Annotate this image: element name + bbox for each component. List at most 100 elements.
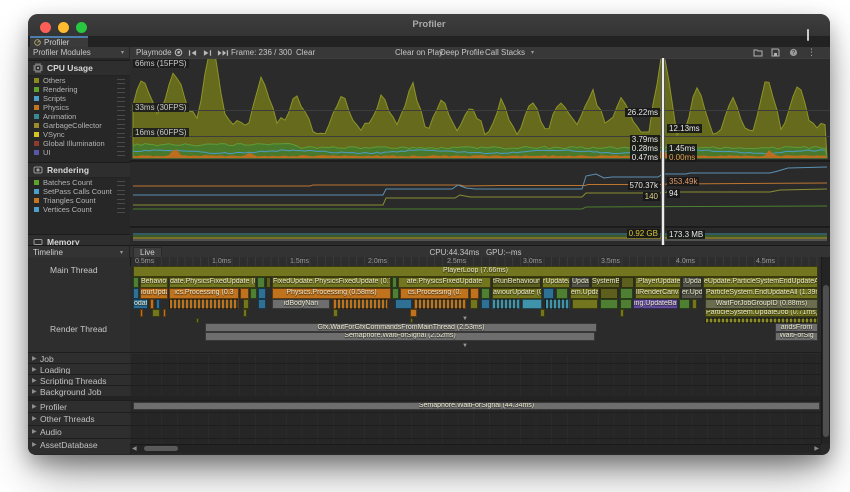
timeline-sample-bar[interactable]: ing.UpdateBatch xyxy=(633,299,678,309)
timeline-sample-bar[interactable]: er.Upd xyxy=(681,288,703,299)
timeline-sample-bar[interactable] xyxy=(163,309,166,317)
collapse-group-icon[interactable]: ▼ xyxy=(462,316,468,322)
vertical-scrollbar[interactable] xyxy=(821,257,830,444)
disclosure-arrow-icon[interactable]: ▶ xyxy=(32,355,37,362)
horizontal-scrollbar[interactable]: ◀ ▶ xyxy=(130,444,821,453)
timeline-sample-bar[interactable] xyxy=(620,288,633,299)
timeline-sample-bar[interactable]: WaitForJobGroupID (0.88ms) xyxy=(705,299,818,309)
disclosure-arrow-icon[interactable]: ▶ xyxy=(32,388,37,395)
timeline-sample-bar[interactable] xyxy=(492,299,520,309)
timeline-sample-bar[interactable]: PlayerLoop (7.66ms) xyxy=(133,266,818,277)
counter-others[interactable]: Others xyxy=(28,76,130,85)
timeline-sample-bar[interactable] xyxy=(333,309,338,317)
timeline-sample-bar[interactable] xyxy=(556,288,568,299)
timeline-sample-bar[interactable]: ParticleSystem.UpdateJob (0.71ms) xyxy=(705,309,818,317)
scroll-right-icon[interactable]: ▶ xyxy=(814,445,819,453)
timeline-sample-bar[interactable] xyxy=(133,288,139,299)
timeline-sample-bar[interactable]: date.PhysicsFixedUpdate (0 xyxy=(169,277,256,288)
next-frame-button[interactable] xyxy=(203,47,212,58)
thread-group-other-threads[interactable]: ▶Other Threads xyxy=(28,412,821,425)
timeline-sample-bar[interactable] xyxy=(543,288,554,299)
disclosure-arrow-icon[interactable]: ▶ xyxy=(32,428,37,435)
timeline-sample-bar[interactable] xyxy=(481,288,490,299)
timeline-sample-bar[interactable] xyxy=(258,288,266,299)
timeline-sample-bar[interactable] xyxy=(240,288,249,299)
counter-physics[interactable]: Physics xyxy=(28,103,130,112)
memChart-lines[interactable] xyxy=(130,228,830,243)
timeline-sample-bar[interactable] xyxy=(679,299,690,309)
counter-ui[interactable]: UI xyxy=(28,148,130,157)
profiler-modules-dropdown[interactable]: Profiler Modules ▾ xyxy=(28,47,130,58)
timeline-sample-bar[interactable] xyxy=(692,299,697,309)
cpu-area-chart[interactable] xyxy=(130,58,830,160)
collapse-group-icon[interactable]: ▼ xyxy=(462,343,468,349)
timeline-sample-bar[interactable]: FixedUpdate.PhysicsFixedUpdate (0.75ms) xyxy=(272,277,391,288)
thread-group-job[interactable]: ▶Job xyxy=(28,352,821,363)
timeline-sample-bar[interactable]: ate.PhysicsFixedUpdate xyxy=(398,277,491,288)
timeline-sample-bar[interactable] xyxy=(600,288,618,299)
timeline-sample-bar[interactable]: eUpdate.ParticleSystemEndUpdateAll (1 xyxy=(703,277,818,288)
prev-frame-button[interactable] xyxy=(188,47,197,58)
timeline-sample-bar[interactable] xyxy=(545,299,570,309)
timeline-sample-bar[interactable] xyxy=(392,277,397,288)
counter-triangles-count[interactable]: Triangles Count xyxy=(28,196,130,205)
thread-group-scripting-threads[interactable]: ▶Scripting Threads xyxy=(28,374,821,385)
context-menu-button[interactable]: ⋮ xyxy=(807,47,816,58)
disclosure-arrow-icon[interactable]: ▶ xyxy=(32,366,37,373)
timeline-sample-bar[interactable] xyxy=(470,288,479,299)
current-frame-button[interactable] xyxy=(217,47,229,58)
call-stacks-dropdown[interactable]: Call Stacks ▾ xyxy=(481,47,538,58)
counter-scripts[interactable]: Scripts xyxy=(28,94,130,103)
timeline-sample-bar[interactable] xyxy=(152,309,160,317)
counter-vsync[interactable]: VSync xyxy=(28,130,130,139)
timeline-sample-bar[interactable] xyxy=(470,299,478,309)
timeline-sample-bar[interactable] xyxy=(572,299,598,309)
timeline-sample-bar[interactable]: em.Upda xyxy=(570,288,599,299)
charts-area[interactable]: 66ms (15FPS)33ms (30FPS)16ms (60FPS) 26.… xyxy=(130,58,830,245)
record-button[interactable] xyxy=(174,47,183,58)
timeline-sample-bar[interactable]: WaitForSig xyxy=(775,332,818,341)
timeline-sample-bar[interactable] xyxy=(620,309,624,317)
counter-global-illumination[interactable]: Global Illumination xyxy=(28,139,130,148)
timeline-sample-bar[interactable] xyxy=(133,277,139,288)
timeline-sample-bar[interactable] xyxy=(392,288,399,299)
timeline-sample-bar[interactable] xyxy=(140,309,143,317)
timeline-sample-bar[interactable] xyxy=(169,299,239,309)
timeline-sample-bar[interactable]: llRenderCanvas xyxy=(635,288,680,299)
thread-group-background-job[interactable]: ▶Background Job xyxy=(28,385,821,396)
memory-chart[interactable] xyxy=(130,228,830,243)
timeline-sample-bar[interactable]: Gfx.WaitForGfxCommandsFromMainThread (2.… xyxy=(205,323,597,332)
timeline-sample-bar[interactable] xyxy=(243,299,249,309)
rendering-chart[interactable] xyxy=(130,162,830,226)
timeline-sample-bar[interactable]: tRunBehaviourUpd xyxy=(492,277,541,288)
counter-setpass-calls-count[interactable]: SetPass Calls Count xyxy=(28,187,130,196)
timeline-sample-bar[interactable]: andsFrom xyxy=(775,323,818,332)
timeline-sample-bar[interactable]: odat xyxy=(133,299,148,309)
disclosure-arrow-icon[interactable]: ▶ xyxy=(32,403,37,410)
tab-profiler[interactable]: Profiler xyxy=(30,36,88,47)
timeline-sample-bar[interactable]: .Updat xyxy=(682,277,702,288)
timeline-sample-bar[interactable] xyxy=(414,299,466,309)
help-button[interactable]: ? xyxy=(789,47,798,58)
timeline-sample-bar[interactable]: .PlayerUpdateCan xyxy=(635,277,681,288)
save-profile-button[interactable] xyxy=(771,47,780,58)
module-header[interactable]: Rendering xyxy=(28,162,130,178)
timeline-sample-bar[interactable]: Semaphore.WaitForSignal (2.52ms) xyxy=(205,332,595,341)
timeline-sample-bar[interactable] xyxy=(481,299,490,309)
timeline-sample-bar[interactable]: ParticleSystem.EndUpdateAll (1.39ms) xyxy=(705,288,818,299)
timeline-sample-bar[interactable] xyxy=(258,299,266,309)
thread-group-audio[interactable]: ▶Audio xyxy=(28,425,821,438)
timeline-sample-bar[interactable] xyxy=(156,299,160,309)
timeline-sample-bar[interactable]: Physics.Processing (0.58ms) xyxy=(272,288,391,299)
profiler-thread-bar[interactable]: Semaphore.WaitForSignal (44.34ms) xyxy=(133,402,820,410)
timeline-sample-bar[interactable] xyxy=(600,299,618,309)
cpu-usage-chart[interactable]: 66ms (15FPS)33ms (30FPS)16ms (60FPS) xyxy=(130,58,830,160)
timeline-sample-bar[interactable] xyxy=(540,309,545,317)
timeline-sample-bar[interactable] xyxy=(410,309,417,317)
module-header[interactable]: CPU Usage xyxy=(28,60,130,76)
timeline-sample-bar[interactable] xyxy=(620,299,632,309)
timeline-sample-bar[interactable] xyxy=(395,299,412,309)
timeline-sample-bar[interactable]: idBodyNan xyxy=(272,299,330,309)
clear-button[interactable]: Clear xyxy=(292,47,319,58)
timeline-sample-bar[interactable] xyxy=(250,288,257,299)
